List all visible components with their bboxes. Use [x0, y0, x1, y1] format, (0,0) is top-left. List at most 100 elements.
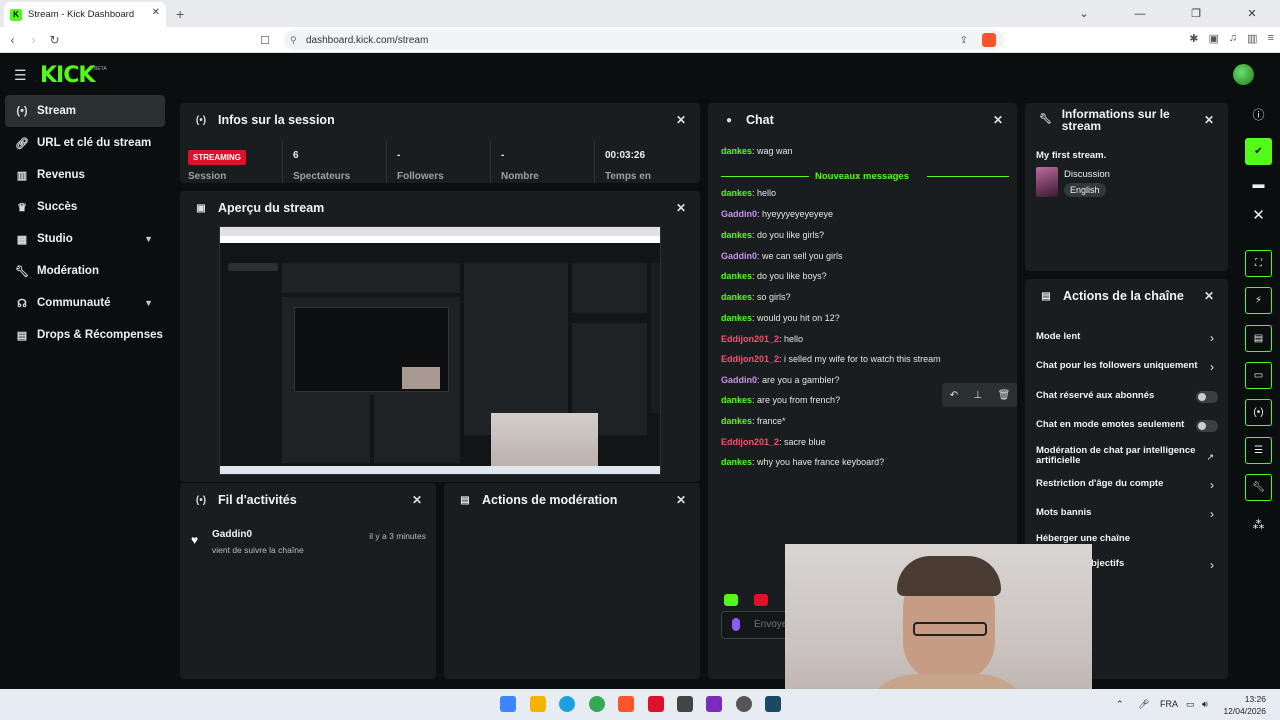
chat-message[interactable]: dankes: would you hit on 12? — [721, 313, 840, 323]
chat-message[interactable]: dankes: so girls? — [721, 292, 791, 302]
sidebar-item-stream[interactable]: (•) Stream — [5, 95, 165, 127]
tray-chevron-icon[interactable]: ⌃ — [1116, 699, 1124, 710]
chat-message[interactable]: Gaddin0: are you a gambler? — [721, 375, 840, 385]
sidebar-item-url-key[interactable]: 🔗︎ URL et clé du stream — [5, 127, 165, 159]
chat-message[interactable]: Gaddin0: hyeyyyeyeyeyeye — [721, 209, 833, 219]
pin-icon[interactable]: ⊥ — [973, 390, 982, 401]
chat-message[interactable]: Gaddin0: we can sell you girls — [721, 251, 843, 261]
edge-icon[interactable] — [559, 696, 575, 712]
close-icon[interactable]: ✕ — [412, 493, 422, 507]
sidebar-item-community[interactable]: ☊ Communauté ▼ — [5, 287, 165, 319]
reply-icon[interactable]: ↶ — [950, 390, 958, 401]
chat-message[interactable]: dankes: france* — [721, 416, 786, 426]
chat-username[interactable]: dankes — [721, 271, 752, 281]
emote-icon[interactable] — [724, 594, 738, 606]
sidebar-item-studio[interactable]: ▦ Studio ▼ — [5, 223, 165, 255]
restore-icon[interactable]: ❐ — [1168, 7, 1224, 20]
music-icon[interactable]: ♫ — [1229, 32, 1237, 45]
close-icon[interactable]: ✕ — [676, 201, 686, 215]
chat-username[interactable]: Gaddin0 — [721, 251, 757, 261]
channel-row-followers-only[interactable]: Chat pour les followers uniquement › — [1025, 360, 1228, 378]
emote-icon[interactable] — [754, 594, 768, 606]
browser-tab[interactable]: K Stream - Kick Dashboard ✕ — [4, 2, 166, 27]
forward-icon[interactable]: › — [23, 33, 44, 47]
server-icon[interactable]: ☰ — [1245, 437, 1272, 464]
new-tab-icon[interactable]: + — [176, 6, 184, 22]
app-icon[interactable] — [677, 696, 693, 712]
file-explorer-icon[interactable] — [530, 696, 546, 712]
chat-username[interactable]: Eddijon201_2 — [721, 354, 779, 364]
stream-preview-video[interactable] — [219, 226, 661, 475]
layout-icon[interactable]: ▬ — [1245, 170, 1272, 197]
wrench-icon[interactable]: 🔧︎ — [1245, 474, 1272, 501]
chat-username[interactable]: Eddijon201_2 — [721, 437, 779, 447]
network-icon[interactable]: ▭ — [1186, 699, 1195, 710]
window-close-icon[interactable]: ✕ — [1224, 7, 1280, 20]
activity-user[interactable]: Gaddin0 — [212, 529, 252, 540]
document-icon[interactable]: ▤ — [1245, 325, 1272, 352]
chevron-down-icon[interactable]: ⌄ — [1056, 7, 1112, 20]
language-indicator[interactable]: FRA — [1160, 699, 1178, 709]
chat-username[interactable]: dankes — [721, 313, 752, 323]
chat-username[interactable]: dankes — [721, 292, 752, 302]
chat-username[interactable]: dankes — [721, 188, 752, 198]
channel-row-slow-mode[interactable]: Mode lent › — [1025, 331, 1228, 349]
share-icon[interactable]: ⇪ — [960, 35, 968, 46]
close-icon[interactable]: ✕ — [1204, 289, 1214, 303]
sidebar-item-achievements[interactable]: ♛ Succès — [5, 191, 165, 223]
windows-start-icon[interactable] — [500, 696, 516, 712]
subscribers-only-toggle[interactable] — [1196, 391, 1218, 403]
menu-icon[interactable]: ≡ — [1268, 32, 1274, 45]
chat-message[interactable]: dankes: why you have france keyboard? — [721, 457, 884, 467]
chat-message[interactable]: dankes: hello — [721, 188, 776, 198]
broadcast-icon[interactable]: (•) — [1245, 399, 1272, 426]
taskbar-clock[interactable]: 13:26 12/04/2026 — [1223, 693, 1266, 717]
minimize-icon[interactable]: — — [1112, 8, 1168, 20]
sidebar-toggle-icon[interactable]: ▥ — [1247, 32, 1257, 45]
sidebar-item-revenue[interactable]: ▥ Revenus — [5, 159, 165, 191]
chat-message[interactable]: Eddijon201_2: hello — [721, 334, 803, 344]
chat-message[interactable]: dankes: do you like boys? — [721, 271, 827, 281]
app-icon[interactable] — [706, 696, 722, 712]
chat-username[interactable]: dankes — [721, 395, 752, 405]
tab-close-icon[interactable]: ✕ — [152, 7, 160, 18]
lightning-icon[interactable]: ⚡︎ — [1245, 287, 1272, 314]
brave-shield-icon[interactable] — [982, 33, 996, 47]
app-icon[interactable] — [765, 696, 781, 712]
back-icon[interactable]: ‹ — [2, 33, 23, 47]
mic-tray-icon[interactable]: 🎤︎ — [1138, 699, 1149, 710]
mic-icon[interactable] — [732, 618, 740, 631]
hamburger-icon[interactable]: ☰ — [14, 67, 27, 84]
volume-icon[interactable]: 🔊︎ — [1202, 699, 1208, 710]
chat-message[interactable]: dankes: do you like girls? — [721, 230, 824, 240]
url-field[interactable]: ☐ ⚲ dashboard.kick.com/stream ⇪ — [260, 30, 1004, 50]
close-icon[interactable]: ✕ — [993, 113, 1003, 127]
community-icon[interactable]: ⁂ — [1245, 511, 1272, 538]
channel-row-ai-moderation[interactable]: Modération de chat par intelligence arti… — [1025, 446, 1228, 468]
close-icon[interactable]: ✕ — [676, 493, 686, 507]
chat-username[interactable]: Gaddin0 — [721, 209, 757, 219]
channel-row-age-restriction[interactable]: Restriction d'âge du compte › — [1025, 478, 1228, 496]
avatar[interactable] — [1233, 64, 1254, 85]
sidebar-item-moderation[interactable]: 🔧︎ Modération — [5, 255, 165, 287]
info-icon[interactable]: ⓘ — [1245, 101, 1272, 128]
chat-message[interactable]: Eddijon201_2: sacre blue — [721, 437, 826, 447]
check-icon[interactable]: ✔ — [1245, 138, 1272, 165]
chat-message[interactable]: Eddijon201_2: i selled my wife for to wa… — [721, 354, 941, 364]
kick-logo[interactable]: KICK — [40, 63, 95, 88]
site-info-icon[interactable]: ⚲ — [290, 35, 297, 46]
close-icon[interactable]: ✕ — [676, 113, 686, 127]
chat-username[interactable]: dankes — [721, 416, 752, 426]
close-icon[interactable]: ✕ — [1245, 201, 1272, 228]
close-icon[interactable]: ✕ — [1204, 114, 1214, 126]
chat-username[interactable]: dankes — [721, 230, 752, 240]
chat-message[interactable]: dankes: wag wan — [721, 146, 793, 156]
bookmark-icon[interactable]: ☐ — [260, 34, 270, 47]
chat-username[interactable]: dankes — [721, 457, 752, 467]
emotes-only-toggle[interactable] — [1196, 420, 1218, 432]
obs-icon[interactable] — [736, 696, 752, 712]
chat-bubble-icon[interactable]: ▭ — [1245, 362, 1272, 389]
sidebar-item-drops[interactable]: ▤ Drops & Récompenses — [5, 319, 165, 351]
extensions-icon[interactable]: ✱ — [1189, 32, 1198, 45]
chat-username[interactable]: Gaddin0 — [721, 375, 757, 385]
